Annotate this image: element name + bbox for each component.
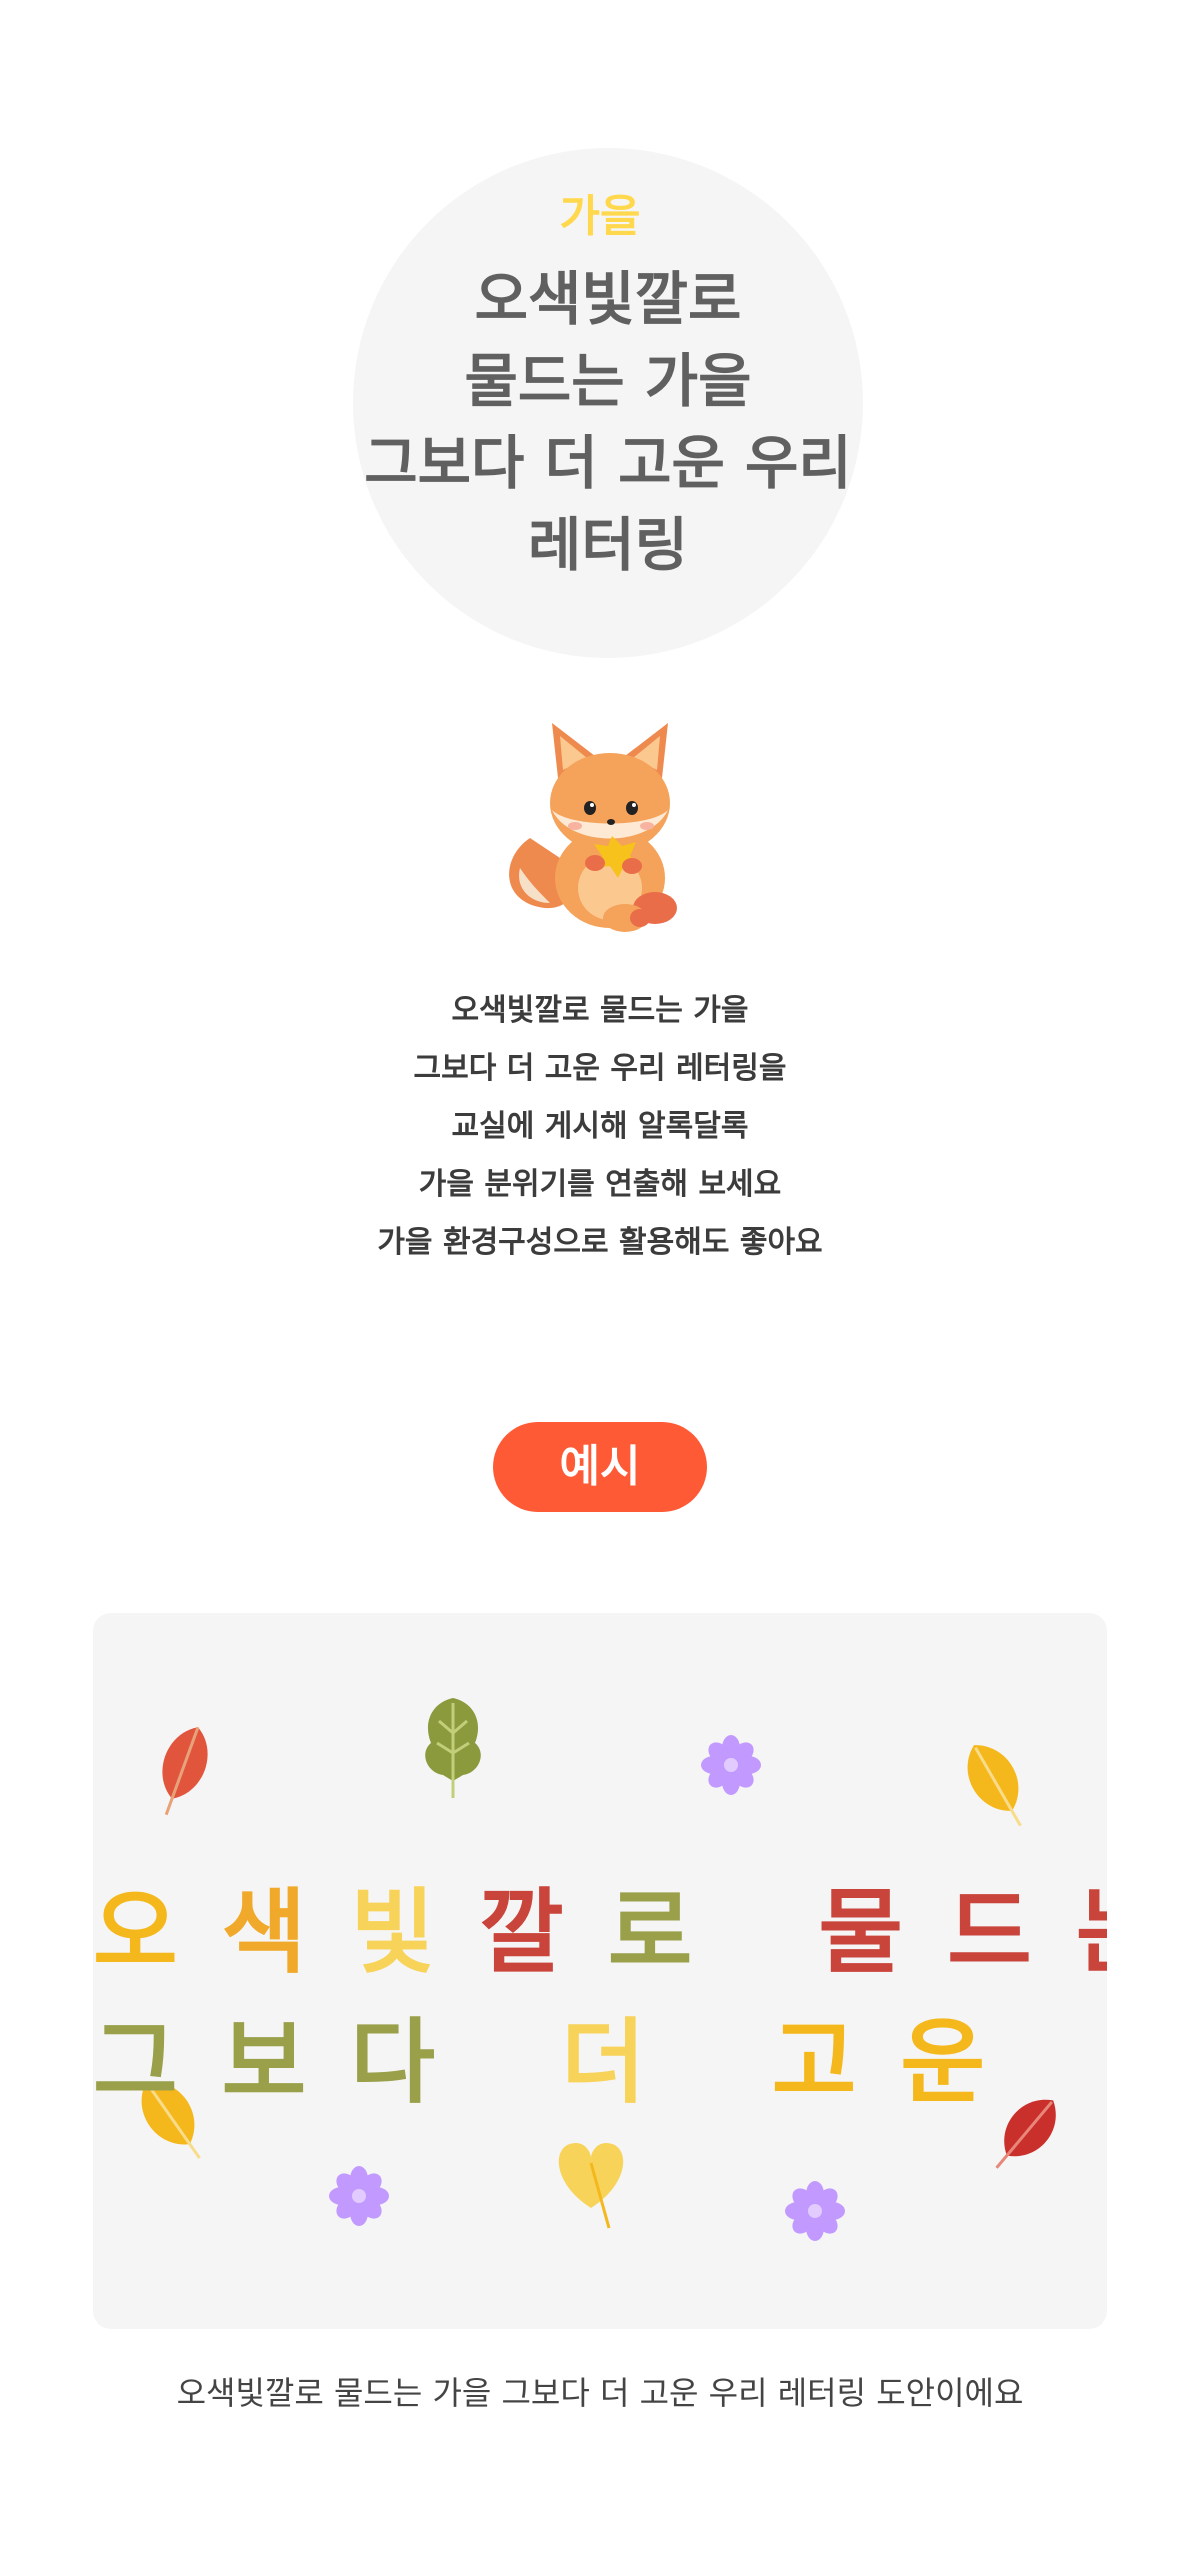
- hero-title-line: 물드는 가을: [464, 347, 752, 415]
- lettering-char: 는: [1076, 1858, 1107, 1991]
- flower-icon: [329, 2166, 389, 2226]
- lettering-char: 드: [947, 1879, 1038, 1986]
- lettering-line-1: 오 색 빛 깔 로 물 드 는 가 을: [93, 1858, 1107, 1991]
- example-button[interactable]: 예시: [493, 1422, 707, 1512]
- flower-icon: [785, 2181, 845, 2241]
- description-line: 그보다 더 고운 우리 레터링을: [413, 1051, 787, 1086]
- lettering-char: 보: [221, 2009, 313, 2116]
- description-line: 가을 분위기를 연출해 보세요: [418, 1167, 782, 1202]
- flower-icon: [701, 1735, 761, 1795]
- hero-title-line: 레터링: [527, 511, 689, 579]
- lettering-line-2: 그 보 다 더 고 운 우 리: [93, 1988, 1107, 2121]
- lettering-char: 로: [607, 1879, 699, 1986]
- lettering-char: 더: [561, 2009, 652, 2116]
- lettering-char: 색: [221, 1879, 313, 1986]
- hero-subtitle: 가을: [559, 191, 641, 242]
- heart-leaf-icon: [558, 2143, 624, 2229]
- description-line: 가을 환경구성으로 활용해도 좋아요: [377, 1225, 823, 1260]
- hero-title-line: 오색빛깔로: [474, 265, 742, 333]
- description-line: 교실에 게시해 알록달록: [451, 1109, 749, 1144]
- leaf-icon: [967, 1745, 1022, 1827]
- lettering-char: 다: [350, 2009, 441, 2116]
- lettering-char: 빛: [350, 1879, 441, 1986]
- lettering-char: 물: [818, 1879, 910, 1986]
- fox-illustration: [509, 723, 677, 932]
- leaf-icon: [425, 1698, 481, 1798]
- hero-title-line: 그보다 더 고운 우리: [364, 429, 852, 497]
- lettering-char: 운: [900, 2009, 992, 2116]
- lettering-char: 깔: [479, 1879, 570, 1986]
- caption: 오색빛깔로 물드는 가을 그보다 더 고운 우리 레터링 도안이에요: [176, 2374, 1024, 2412]
- lettering-char: 오: [93, 1879, 184, 1986]
- example-card: 오 색 빛 깔 로 물 드 는 가 을 그 보 다 더 고 운 우 리: [93, 1613, 1107, 2329]
- lettering-char: 고: [771, 2009, 863, 2116]
- hero-title: 오색빛깔로 물드는 가을 그보다 더 고운 우리 레터링: [353, 258, 863, 586]
- leaf-icon: [162, 1726, 208, 1816]
- lettering-char: 그: [93, 2009, 184, 2116]
- description-line: 오색빛깔로 물드는 가을: [451, 993, 749, 1028]
- description: 오색빛깔로 물드는 가을 그보다 더 고운 우리 레터링을 교실에 게시해 알록…: [0, 982, 1200, 1272]
